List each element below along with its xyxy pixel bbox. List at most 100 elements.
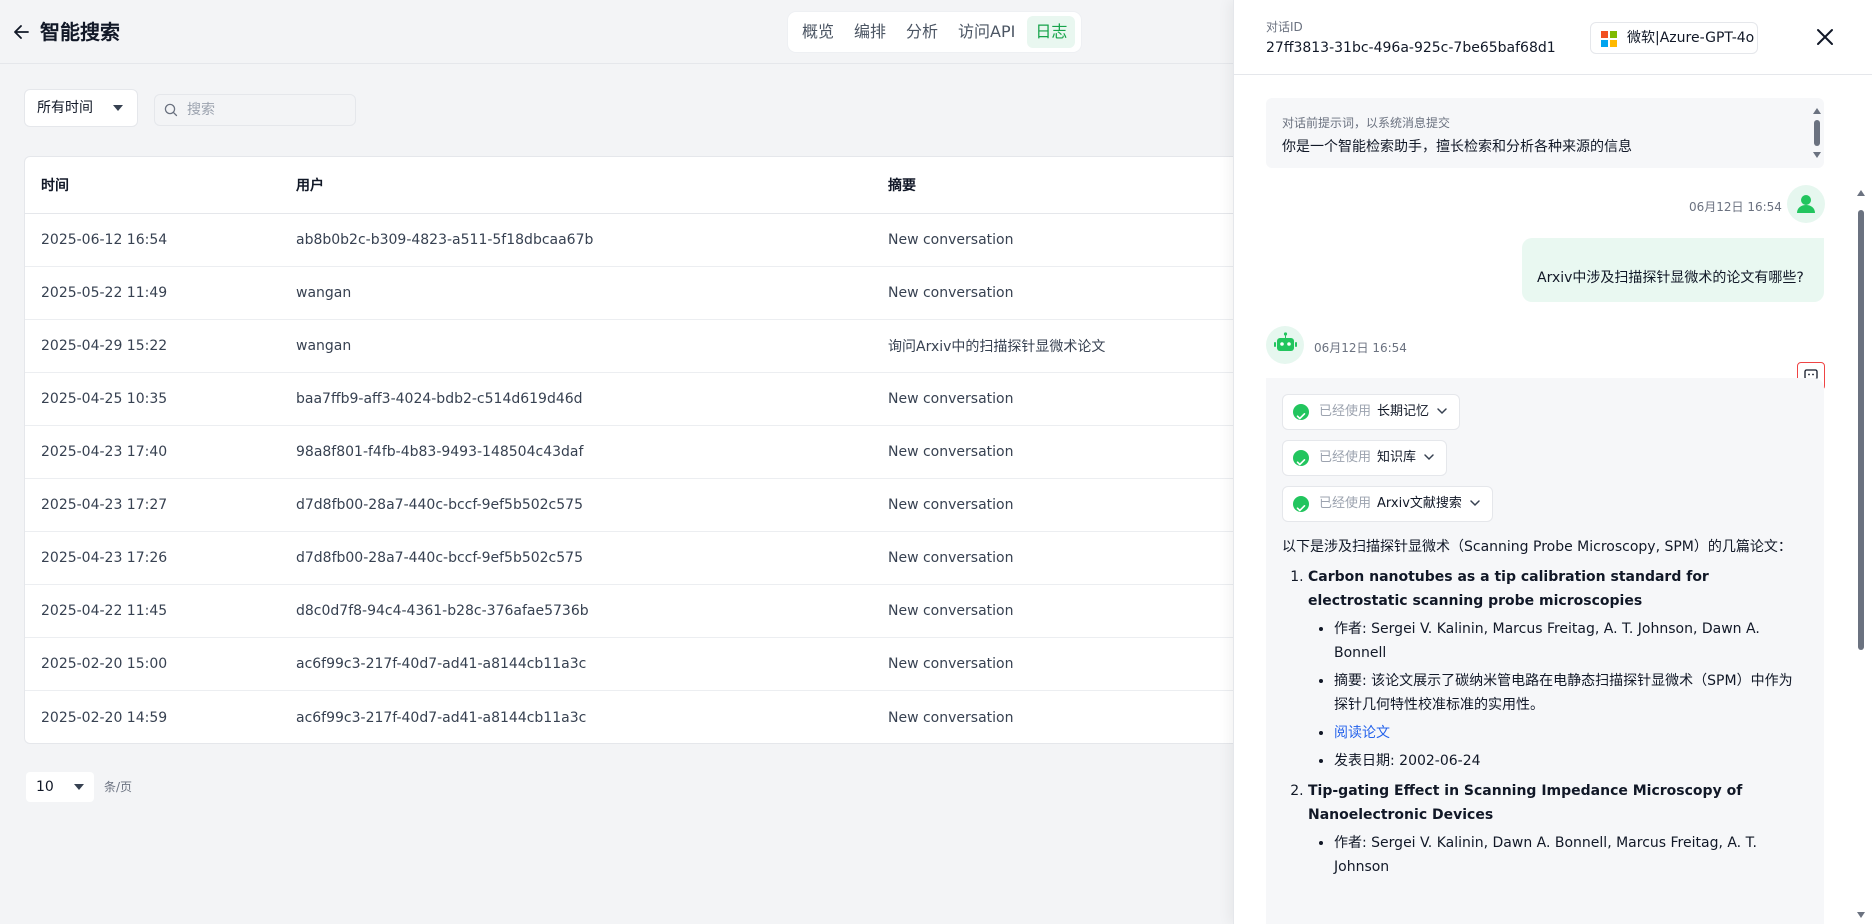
paper-details: 作者: Sergei V. Kalinin, Dawn A. Bonnell, … — [1308, 831, 1802, 879]
cell-user: 98a8f801-f4fb-4b83-9493-148504c43daf — [296, 444, 584, 460]
table-row[interactable]: 2025-04-25 10:35 baa7ffb9-aff3-4024-bdb2… — [25, 373, 1323, 426]
paper-link-item: 阅读论文 — [1334, 721, 1802, 745]
paper-list: Carbon nanotubes as a tip calibration st… — [1282, 565, 1802, 879]
cell-time: 2025-02-20 14:59 — [41, 709, 168, 726]
table-row[interactable]: 2025-04-23 17:26 d7d8fb00-28a7-440c-bccf… — [25, 532, 1323, 585]
conversation-id-label: 对话ID — [1266, 20, 1303, 34]
drawer-header: 对话ID 27ff3813-31bc-496a-925c-7be65baf68d… — [1234, 0, 1872, 75]
table-row[interactable]: 2025-04-22 11:45 d8c0d7f8-94c4-4361-b28c… — [25, 585, 1323, 638]
cell-user: baa7ffb9-aff3-4024-bdb2-c514d619d46d — [296, 391, 583, 407]
cell-time: 2025-05-22 11:49 — [41, 285, 168, 301]
close-icon[interactable] — [1812, 24, 1838, 50]
drawer-scrollbar[interactable] — [1856, 188, 1866, 924]
paper-date: 发表日期: 2002-06-24 — [1334, 749, 1802, 773]
page-size-select[interactable]: 10 — [26, 772, 94, 802]
cell-user: d7d8fb00-28a7-440c-bccf-9ef5b502c575 — [296, 550, 583, 566]
cell-user: ac6f99c3-217f-40d7-ad41-a8144cb11a3c — [296, 656, 587, 672]
table-row[interactable]: 2025-02-20 14:59 ac6f99c3-217f-40d7-ad41… — [25, 691, 1323, 743]
cell-time: 2025-04-23 17:26 — [41, 550, 168, 566]
search-input[interactable] — [187, 99, 347, 121]
cell-time: 2025-04-23 17:27 — [41, 497, 168, 513]
paper-item: Tip-gating Effect in Scanning Impedance … — [1308, 779, 1802, 879]
cell-user: ab8b0b2c-b309-4823-a511-5f18dbcaa67b — [296, 232, 594, 248]
search-box[interactable] — [154, 94, 356, 126]
tool-call-arxiv-search[interactable]: 已经使用 Arxiv文献搜索 — [1282, 486, 1493, 522]
caret-down-icon — [74, 784, 84, 790]
tool-call-knowledge-base[interactable]: 已经使用 知识库 — [1282, 440, 1448, 476]
cell-time: 2025-02-20 15:00 — [41, 656, 168, 672]
paper-details: 作者: Sergei V. Kalinin, Marcus Freitag, A… — [1308, 617, 1802, 773]
tool-status: 已经使用 — [1319, 496, 1372, 511]
column-header-user: 用户 — [296, 178, 324, 194]
cell-user: d8c0d7f8-94c4-4361-b28c-376afae5736b — [296, 603, 589, 619]
time-range-value: 所有时间 — [37, 100, 93, 116]
time-range-select[interactable]: 所有时间 — [24, 89, 138, 127]
cell-user: wangan — [296, 338, 352, 354]
paper-authors: 作者: Sergei V. Kalinin, Dawn A. Bonnell, … — [1334, 831, 1802, 879]
cell-time: 2025-04-23 17:40 — [41, 444, 168, 460]
cell-time: 2025-04-22 11:45 — [41, 603, 168, 619]
bot-message-box: 已经使用 长期记忆 已经使用 知识库 已经使用 Arxiv文献搜索 以下是涉及扫描探针… — [1266, 378, 1824, 924]
system-prompt-box: 对话前提示词，以系统消息提交 你是一个智能检索助手，擅长检索和分析各种来源的信息 — [1266, 98, 1824, 168]
chevron-down-icon — [1437, 408, 1447, 415]
check-icon — [1293, 404, 1309, 420]
tool-name: 长期记忆 — [1377, 404, 1430, 419]
microsoft-logo-icon — [1601, 31, 1617, 47]
user-message-bubble: Arxiv中涉及扫描探针显微术的论文有哪些? — [1522, 238, 1824, 302]
cell-user: d7d8fb00-28a7-440c-bccf-9ef5b502c575 — [296, 497, 583, 513]
bot-answer: 以下是涉及扫描探针显微术（Scanning Probe Microscopy, … — [1282, 535, 1802, 885]
paper-title: Tip-gating Effect in Scanning Impedance … — [1308, 783, 1743, 823]
paper-title: Carbon nanotubes as a tip calibration st… — [1308, 569, 1709, 609]
page-title: 智能搜索 — [40, 20, 120, 44]
tool-name: 知识库 — [1377, 450, 1417, 465]
cell-time: 2025-04-29 15:22 — [41, 338, 168, 354]
check-icon — [1293, 450, 1309, 466]
paper-authors: 作者: Sergei V. Kalinin, Marcus Freitag, A… — [1334, 617, 1802, 665]
scrollbar[interactable] — [1812, 104, 1822, 162]
chevron-down-icon — [1424, 454, 1434, 461]
cell-time: 2025-06-12 16:54 — [41, 232, 168, 248]
user-message-time: 06月12日 16:54 — [1689, 200, 1782, 214]
tab-overview[interactable]: 概览 — [794, 16, 842, 48]
chevron-down-icon — [1470, 500, 1480, 507]
caret-down-icon — [113, 105, 123, 111]
tab-bar: 概览 编排 分析 访问API 日志 — [788, 12, 1082, 52]
tab-logs[interactable]: 日志 — [1027, 16, 1076, 48]
check-icon — [1293, 496, 1309, 512]
back-arrow-icon[interactable] — [14, 20, 34, 44]
tab-api-access[interactable]: 访问API — [950, 16, 1023, 48]
answer-intro: 以下是涉及扫描探针显微术（Scanning Probe Microscopy, … — [1282, 539, 1792, 555]
conversation-id: 27ff3813-31bc-496a-925c-7be65baf68d1 — [1266, 40, 1556, 56]
table-row[interactable]: 2025-06-12 16:54 ab8b0b2c-b309-4823-a511… — [25, 214, 1323, 267]
per-page-label: 条/页 — [104, 780, 133, 794]
user-avatar-icon — [1787, 185, 1825, 223]
tool-name: Arxiv文献搜索 — [1377, 496, 1462, 511]
bot-message-time: 06月12日 16:54 — [1314, 341, 1407, 355]
column-header-time: 时间 — [41, 178, 69, 194]
table-row[interactable]: 2025-04-29 15:22 wangan 询问Arxiv中的扫描探针显微术… — [25, 320, 1323, 373]
table-row[interactable]: 2025-04-23 17:40 98a8f801-f4fb-4b83-9493… — [25, 426, 1323, 479]
search-icon — [164, 103, 178, 117]
tool-call-long-term-memory[interactable]: 已经使用 长期记忆 — [1282, 394, 1461, 430]
table-header: 时间 用户 摘要 — [25, 157, 1323, 214]
cell-user: ac6f99c3-217f-40d7-ad41-a8144cb11a3c — [296, 709, 587, 726]
read-paper-link[interactable]: 阅读论文 — [1334, 725, 1390, 741]
table-row[interactable]: 2025-05-22 11:49 wangan New conversation — [25, 267, 1323, 320]
conversation-drawer: 对话ID 27ff3813-31bc-496a-925c-7be65baf68d… — [1233, 0, 1872, 924]
tab-analysis[interactable]: 分析 — [898, 16, 946, 48]
system-prompt-text: 你是一个智能检索助手，擅长检索和分析各种来源的信息 — [1282, 139, 1632, 155]
tab-orchestrate[interactable]: 编排 — [846, 16, 894, 48]
table-row[interactable]: 2025-04-23 17:27 d7d8fb00-28a7-440c-bccf… — [25, 479, 1323, 532]
model-badge: 微软|Azure-GPT-4o — [1590, 22, 1758, 54]
cell-user: wangan — [296, 285, 352, 301]
tool-status: 已经使用 — [1319, 450, 1372, 465]
table-row[interactable]: 2025-02-20 15:00 ac6f99c3-217f-40d7-ad41… — [25, 638, 1323, 691]
system-prompt-label: 对话前提示词，以系统消息提交 — [1282, 116, 1451, 130]
paper-item: Carbon nanotubes as a tip calibration st… — [1308, 565, 1802, 773]
page-size-value: 10 — [36, 779, 54, 795]
model-name: 微软|Azure-GPT-4o — [1627, 30, 1755, 46]
tool-status: 已经使用 — [1319, 404, 1372, 419]
cell-time: 2025-04-25 10:35 — [41, 391, 168, 407]
paper-abstract: 摘要: 该论文展示了碳纳米管电路在电静态扫描探针显微术（SPM）中作为探针几何特… — [1334, 669, 1802, 717]
bot-avatar-icon — [1266, 326, 1304, 364]
